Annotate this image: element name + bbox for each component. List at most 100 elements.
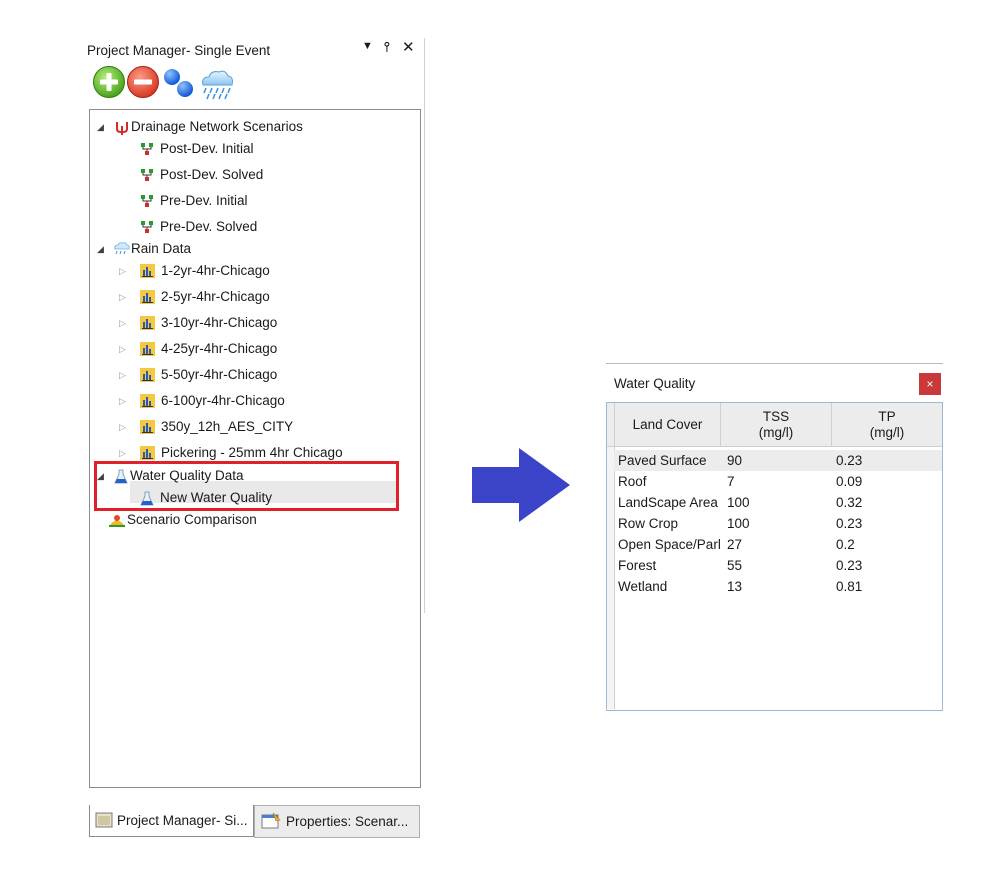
- cell-tss[interactable]: 27: [727, 534, 827, 555]
- tab-project-manager[interactable]: Project Manager- Si...: [89, 805, 254, 837]
- rain-chart-icon: [140, 446, 155, 460]
- close-icon[interactable]: ✕: [402, 38, 415, 56]
- expand-arrow-icon[interactable]: ▷: [119, 364, 126, 386]
- cell-land-cover[interactable]: Roof: [618, 471, 722, 492]
- panel-tabs: Project Manager- Si... Properties: Scena…: [89, 805, 425, 838]
- add-icon[interactable]: [92, 65, 126, 99]
- tab-label: Properties: Scenar...: [286, 814, 409, 829]
- table-row[interactable]: Wetland 13 0.81: [614, 576, 942, 597]
- toolbar: [92, 65, 252, 101]
- cell-tp[interactable]: 0.09: [836, 471, 936, 492]
- cell-tp[interactable]: 0.81: [836, 576, 936, 597]
- network-scenario-icon: [141, 143, 153, 155]
- tree-item-scenario[interactable]: Pre-Dev. Solved: [90, 216, 410, 238]
- window-border: [606, 363, 943, 364]
- tree-item-label: 1-2yr-4hr-Chicago: [161, 263, 270, 278]
- cell-land-cover[interactable]: Row Crop: [618, 513, 722, 534]
- table-row[interactable]: Paved Surface 90 0.23: [614, 450, 942, 471]
- cell-tss[interactable]: 100: [727, 513, 827, 534]
- rain-chart-icon: [140, 420, 155, 434]
- cell-land-cover[interactable]: LandScape Area: [618, 492, 722, 513]
- rain-chart-icon: [140, 368, 155, 382]
- expand-arrow-icon[interactable]: ▷: [119, 338, 126, 360]
- tab-properties[interactable]: Properties: Scenar...: [254, 805, 420, 838]
- tree-item-scenario[interactable]: Post-Dev. Solved: [90, 164, 410, 186]
- cell-land-cover[interactable]: Open Space/Parl: [618, 534, 722, 555]
- table-row[interactable]: Roof 7 0.09: [614, 471, 942, 492]
- rain-chart-icon: [140, 316, 155, 330]
- table-row[interactable]: Row Crop 100 0.23: [614, 513, 942, 534]
- tree-item-rain-event[interactable]: ▷ 4-25yr-4hr-Chicago: [90, 338, 410, 360]
- tree-item-label: 4-25yr-4hr-Chicago: [161, 341, 278, 356]
- expand-arrow-icon[interactable]: ▷: [119, 416, 126, 438]
- tree-item-label: 6-100yr-4hr-Chicago: [161, 393, 285, 408]
- tree-item-rain-event[interactable]: ▷ 1-2yr-4hr-Chicago: [90, 260, 410, 282]
- cell-tp[interactable]: 0.23: [836, 450, 936, 471]
- rain-cloud-icon[interactable]: [197, 67, 237, 101]
- window-title: Water Quality: [614, 376, 696, 391]
- cell-tp[interactable]: 0.32: [836, 492, 936, 513]
- cell-land-cover[interactable]: Forest: [618, 555, 722, 576]
- tree-item-label: Post-Dev. Initial: [160, 141, 254, 156]
- tree-item-rain-event[interactable]: ▷ 3-10yr-4hr-Chicago: [90, 312, 410, 334]
- header-label: Land Cover: [632, 416, 703, 432]
- cell-tss[interactable]: 55: [727, 555, 827, 576]
- cell-tp[interactable]: 0.23: [836, 513, 936, 534]
- cell-land-cover[interactable]: Wetland: [618, 576, 722, 597]
- network-scenario-icon: [141, 169, 153, 181]
- tree-item-rain-event[interactable]: ▷ 2-5yr-4hr-Chicago: [90, 286, 410, 308]
- header-tp[interactable]: TP (mg/l): [832, 403, 942, 447]
- drainage-network-icon: [116, 122, 128, 135]
- tree-item-label: 2-5yr-4hr-Chicago: [161, 289, 270, 304]
- dropdown-arrow-icon[interactable]: ▼: [362, 40, 373, 52]
- collapse-arrow-icon[interactable]: ◢: [97, 238, 104, 260]
- tree-node-scenario-comparison[interactable]: Scenario Comparison: [90, 509, 410, 531]
- header-unit: (mg/l): [758, 424, 794, 440]
- expand-arrow-icon[interactable]: ▷: [119, 312, 126, 334]
- header-tss[interactable]: TSS (mg/l): [721, 403, 832, 447]
- network-scenario-icon: [141, 221, 153, 233]
- pin-icon[interactable]: ⫯: [384, 39, 390, 55]
- tree-item-scenario[interactable]: Pre-Dev. Initial: [90, 190, 410, 212]
- table-row[interactable]: LandScape Area 100 0.32: [614, 492, 942, 513]
- cell-land-cover[interactable]: Paved Surface: [618, 450, 722, 471]
- cell-tss[interactable]: 90: [727, 450, 827, 471]
- network-scenario-icon: [141, 195, 153, 207]
- expand-arrow-icon[interactable]: ▷: [119, 260, 126, 282]
- scenario-comparison-icon: [109, 515, 125, 527]
- table-row[interactable]: Forest 55 0.23: [614, 555, 942, 576]
- cell-tp[interactable]: 0.23: [836, 555, 936, 576]
- tree-item-label: 3-10yr-4hr-Chicago: [161, 315, 278, 330]
- tree-item-label: Pre-Dev. Initial: [160, 193, 248, 208]
- rain-chart-icon: [140, 394, 155, 408]
- tab-label: Project Manager- Si...: [117, 813, 248, 828]
- tree-node-rain-data[interactable]: ◢ Rain Data: [90, 238, 410, 260]
- right-arrow-icon: [472, 448, 570, 522]
- tree-item-rain-event[interactable]: ▷ 6-100yr-4hr-Chicago: [90, 390, 410, 412]
- expand-arrow-icon[interactable]: ▷: [119, 286, 126, 308]
- expand-arrow-icon[interactable]: ▷: [119, 390, 126, 412]
- collapse-arrow-icon[interactable]: ◢: [97, 116, 104, 138]
- project-tree[interactable]: ◢ Drainage Network Scenarios Post-Dev. I…: [89, 109, 421, 788]
- table-row[interactable]: Open Space/Parl 27 0.2: [614, 534, 942, 555]
- tree-item-scenario[interactable]: Post-Dev. Initial: [90, 138, 410, 160]
- header-label: TSS: [762, 408, 790, 424]
- grid-header: Land Cover TSS (mg/l) TP (mg/l): [607, 403, 942, 447]
- cell-tss[interactable]: 7: [727, 471, 827, 492]
- tree-item-label: 350y_12h_AES_CITY: [161, 419, 294, 434]
- tree-item-rain-event[interactable]: ▷ 5-50yr-4hr-Chicago: [90, 364, 410, 386]
- tree-item-rain-event[interactable]: ▷ 350y_12h_AES_CITY: [90, 416, 410, 438]
- tree-item-label: Post-Dev. Solved: [160, 167, 264, 182]
- close-button[interactable]: ×: [919, 373, 941, 395]
- cell-tss[interactable]: 100: [727, 492, 827, 513]
- tree-node-drainage-network[interactable]: ◢ Drainage Network Scenarios: [90, 116, 410, 138]
- water-quality-grid[interactable]: Land Cover TSS (mg/l) TP (mg/l) Paved Su…: [606, 402, 943, 711]
- remove-icon[interactable]: [126, 65, 160, 99]
- tree-item-label: 5-50yr-4hr-Chicago: [161, 367, 278, 382]
- header-land-cover[interactable]: Land Cover: [615, 403, 721, 447]
- bubbles-icon[interactable]: [162, 67, 196, 99]
- cell-tp[interactable]: 0.2: [836, 534, 936, 555]
- cell-tss[interactable]: 13: [727, 576, 827, 597]
- panel-title: Project Manager- Single Event: [87, 43, 271, 58]
- project-manager-tab-icon: [95, 812, 113, 828]
